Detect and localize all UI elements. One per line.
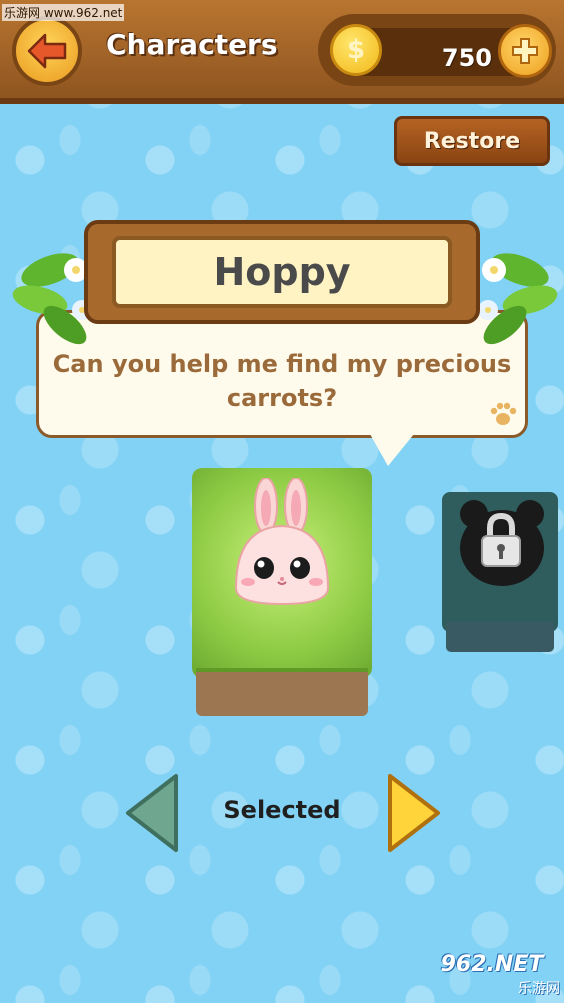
back-arrow-icon <box>27 33 67 69</box>
character-name: Hoppy <box>213 250 351 294</box>
restore-button[interactable]: Restore <box>394 116 550 166</box>
name-plaque-panel: Hoppy <box>112 236 452 308</box>
leaf-decoration-right <box>478 253 558 345</box>
dialogue-text: Can you help me find my precious carrots… <box>52 350 512 412</box>
character-card-selected[interactable] <box>192 468 372 716</box>
coin-icon: $ <box>330 24 382 76</box>
bunny-character-icon <box>234 478 330 606</box>
character-card-locked[interactable] <box>442 492 558 652</box>
coin-symbol: $ <box>346 35 366 65</box>
site-logo-sub: 乐游网 <box>518 981 560 997</box>
next-character-arrow-icon[interactable] <box>386 772 442 854</box>
previous-character-arrow-icon[interactable] <box>124 772 180 854</box>
plus-icon <box>512 38 538 64</box>
locked-dirt-block <box>446 622 554 652</box>
paw-icon <box>490 402 517 425</box>
dirt-block <box>196 668 368 716</box>
site-logo-main: 962.NET <box>440 952 544 977</box>
page-title: Characters <box>106 28 278 61</box>
watermark: 乐游网 www.962.net <box>2 4 125 21</box>
back-button[interactable] <box>12 16 82 86</box>
selection-status: Selected <box>223 796 341 824</box>
coin-count: 750 <box>441 44 492 72</box>
character-name-plaque: Hoppy <box>84 220 480 324</box>
coin-counter: $ 750 <box>318 14 556 86</box>
dialogue-bubble-tail <box>370 434 414 466</box>
lock-icon <box>481 512 521 567</box>
dialogue-bubble: Can you help me find my precious carrots… <box>36 310 528 438</box>
site-logo: 962.NET 乐游网 <box>424 952 560 998</box>
add-coins-button[interactable] <box>498 24 552 78</box>
